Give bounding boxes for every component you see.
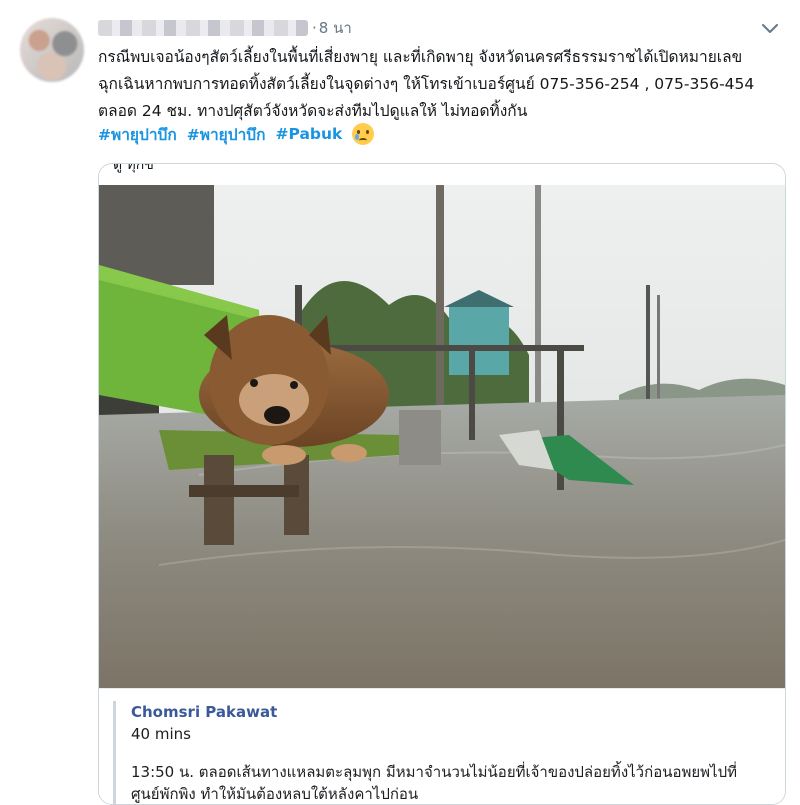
chevron-down-icon[interactable] [758, 16, 782, 40]
card-time: 40 mins [131, 725, 191, 743]
cut-off-text: ดู ทุกข์ [113, 163, 154, 173]
flood-dog-photo[interactable] [99, 185, 785, 688]
card-body: Chomsri Pakawat 40 mins 13:50 น. ตลอดเส้… [99, 688, 785, 804]
crying-face-emoji-icon [352, 123, 375, 145]
hashtag-link[interactable]: #Pabuk [276, 125, 343, 143]
tweet-text: กรณีพบเจอน้องๆสัตว์เลี้ยงในพื้นที่เสี่ยง… [98, 48, 760, 120]
card-text: 13:50 น. ตลอดเส้นทางแหลมตะลุมพุก มีหมาจำ… [131, 763, 737, 803]
card-cut-header: ดู ทุกข์ [99, 164, 785, 186]
avatar[interactable] [20, 18, 84, 82]
tweet-timestamp[interactable]: 8 นา [319, 16, 352, 40]
card-author[interactable]: Chomsri Pakawat [131, 703, 277, 721]
hashtag-link[interactable]: #พายุปาบึก [187, 122, 266, 147]
blurred-username[interactable] [98, 20, 308, 36]
tweet-header: · 8 นา [98, 16, 352, 40]
quote-bar [113, 701, 116, 804]
hashtag-row: #พายุปาบึก #พายุปาบึก #Pabuk [98, 120, 375, 148]
embedded-post-card[interactable]: ดู ทุกข์ Chomsri Pakawat 40 mins 13:50 น… [98, 163, 786, 805]
separator-dot: · [312, 19, 317, 37]
hashtag-link[interactable]: #พายุปาบึก [98, 122, 177, 147]
